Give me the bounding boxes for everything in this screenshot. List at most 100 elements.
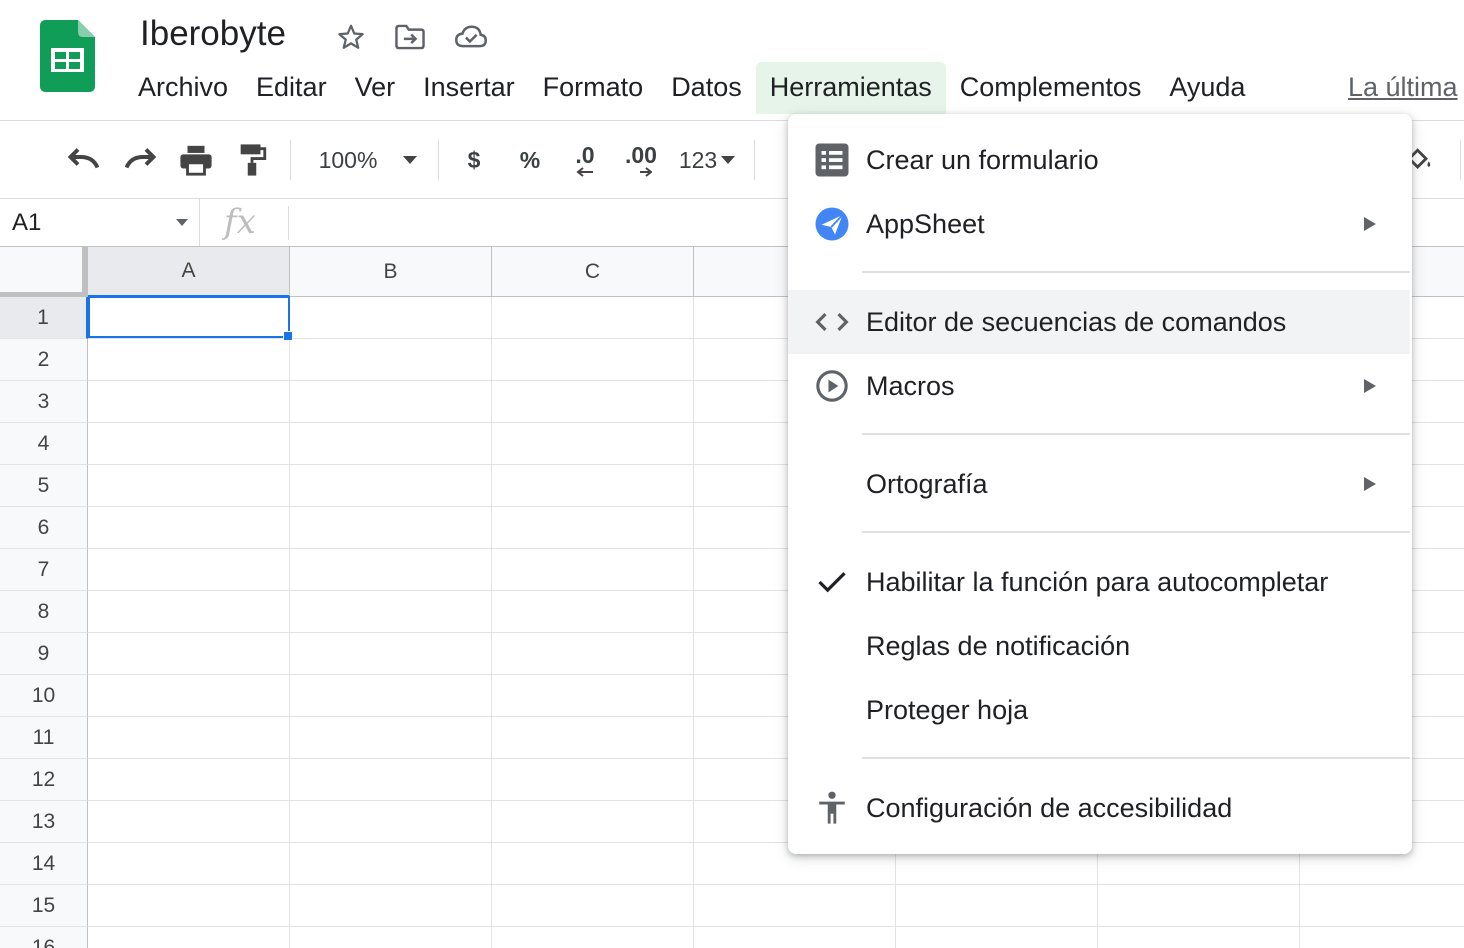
menu-ver[interactable]: Ver xyxy=(341,62,410,114)
submenu-arrow-icon xyxy=(1364,477,1376,491)
menu-complementos[interactable]: Complementos xyxy=(946,62,1156,114)
submenu-arrow-icon xyxy=(1364,217,1376,231)
row-header[interactable]: 14 xyxy=(0,843,88,885)
last-edit-link[interactable]: La última xyxy=(1348,72,1458,103)
redo-icon[interactable] xyxy=(118,138,162,182)
row-header[interactable]: 2 xyxy=(0,339,88,381)
menu-datos[interactable]: Datos xyxy=(657,62,756,114)
name-box[interactable]: A1 xyxy=(0,199,200,247)
menu-item-label: Editor de secuencias de comandos xyxy=(866,306,1287,337)
toolbar-separator xyxy=(290,140,291,180)
row-header[interactable]: 5 xyxy=(0,465,88,507)
chevron-down-icon xyxy=(403,156,418,164)
currency-format-button[interactable]: $ xyxy=(454,138,494,182)
row-header[interactable]: 11 xyxy=(0,717,88,759)
menu-item-label: Ortografía xyxy=(866,468,988,499)
formula-separator xyxy=(288,206,289,240)
fill-handle[interactable] xyxy=(283,331,293,341)
row-header[interactable]: 9 xyxy=(0,633,88,675)
menu-herramientas[interactable]: Herramientas xyxy=(755,62,946,114)
toolbar-separator xyxy=(1460,140,1461,180)
grid-line xyxy=(491,297,492,948)
percent-label: % xyxy=(519,146,541,173)
menu-item-autocompletar[interactable]: Habilitar la función para autocompletar xyxy=(788,550,1410,614)
decrease-decimals-button[interactable]: .0 xyxy=(562,138,608,182)
more-formats-button[interactable]: 123 xyxy=(672,138,742,182)
menu-insertar[interactable]: Insertar xyxy=(409,62,529,114)
cloud-saved-icon[interactable] xyxy=(454,20,488,54)
menu-item-label: AppSheet xyxy=(866,208,985,239)
row-header[interactable]: 3 xyxy=(0,381,88,423)
menu-item-editor-secuencias[interactable]: Editor de secuencias de comandos xyxy=(788,290,1410,354)
menu-item-macros[interactable]: Macros xyxy=(788,354,1410,418)
menu-item-accesibilidad[interactable]: Configuración de accesibilidad xyxy=(788,776,1410,840)
selected-cell-a1[interactable] xyxy=(88,296,290,338)
grid-line xyxy=(289,297,290,948)
menu-item-label: Proteger hoja xyxy=(866,694,1029,725)
row-header[interactable]: 12 xyxy=(0,759,88,801)
menu-item-proteger-hoja[interactable]: Proteger hoja xyxy=(788,678,1410,742)
row-header[interactable]: 16 xyxy=(0,927,88,948)
percent-format-button[interactable]: % xyxy=(510,138,550,182)
play-circle-icon xyxy=(814,368,850,404)
submenu-arrow-icon xyxy=(1364,379,1376,393)
cell-reference: A1 xyxy=(12,209,42,236)
row-header[interactable]: 10 xyxy=(0,675,88,717)
move-to-folder-icon[interactable] xyxy=(393,20,427,54)
toolbar-separator xyxy=(438,140,439,180)
form-icon xyxy=(814,142,850,178)
menu-item-label: Crear un formulario xyxy=(866,144,1099,175)
chevron-down-icon xyxy=(176,219,188,226)
menu-item-label: Reglas de notificación xyxy=(866,630,1131,661)
menu-item-appsheet[interactable]: AppSheet xyxy=(788,192,1410,256)
tools-dropdown-menu: Crear un formulario AppSheet Editor de s… xyxy=(788,114,1412,854)
decrease-decimals-label: .0 xyxy=(575,142,595,168)
menu-item-label: Configuración de accesibilidad xyxy=(866,792,1233,823)
currency-label: $ xyxy=(467,146,481,173)
arrow-right-icon xyxy=(640,167,652,177)
grid-line xyxy=(88,926,1464,927)
more-formats-label: 123 xyxy=(678,146,718,173)
menu-separator xyxy=(862,531,1410,533)
column-header-c[interactable]: C xyxy=(492,247,694,297)
row-header[interactable]: 15 xyxy=(0,885,88,927)
chevron-down-icon xyxy=(721,156,736,164)
code-icon xyxy=(814,304,850,340)
row-header[interactable]: 13 xyxy=(0,801,88,843)
check-icon xyxy=(814,564,850,600)
increase-decimals-label: .00 xyxy=(625,142,657,168)
row-header[interactable]: 1 xyxy=(0,297,88,339)
toolbar-separator xyxy=(754,140,755,180)
column-header-b[interactable]: B xyxy=(290,247,492,297)
sheets-logo-icon[interactable] xyxy=(40,20,95,92)
star-icon[interactable] xyxy=(334,20,368,54)
menu-separator xyxy=(862,271,1410,273)
row-header[interactable]: 4 xyxy=(0,423,88,465)
print-icon[interactable] xyxy=(174,138,218,182)
column-header-a[interactable]: A xyxy=(88,247,290,297)
menu-formato[interactable]: Formato xyxy=(529,62,658,114)
grid-line xyxy=(693,297,694,948)
accessibility-icon xyxy=(814,790,850,826)
menu-archivo[interactable]: Archivo xyxy=(124,62,242,114)
row-header[interactable]: 7 xyxy=(0,549,88,591)
menu-separator xyxy=(862,757,1410,759)
menu-ayuda[interactable]: Ayuda xyxy=(1155,62,1259,114)
select-all-corner[interactable] xyxy=(0,247,88,297)
menu-item-label: Macros xyxy=(866,370,955,401)
menu-item-label: Habilitar la función para autocompletar xyxy=(866,566,1329,597)
row-header[interactable]: 6 xyxy=(0,507,88,549)
zoom-select[interactable]: 100% xyxy=(308,138,428,182)
increase-decimals-button[interactable]: .00 xyxy=(616,138,666,182)
arrow-left-icon xyxy=(576,167,593,177)
row-header[interactable]: 8 xyxy=(0,591,88,633)
appsheet-icon xyxy=(814,206,850,242)
document-title[interactable]: Iberobyte xyxy=(140,14,286,54)
paint-format-icon[interactable] xyxy=(230,138,274,182)
menu-item-reglas-notificacion[interactable]: Reglas de notificación xyxy=(788,614,1410,678)
undo-icon[interactable] xyxy=(62,138,106,182)
menu-editar[interactable]: Editar xyxy=(242,62,341,114)
menu-separator xyxy=(862,433,1410,435)
menu-item-crear-formulario[interactable]: Crear un formulario xyxy=(788,128,1410,192)
menu-item-ortografia[interactable]: Ortografía xyxy=(788,452,1410,516)
